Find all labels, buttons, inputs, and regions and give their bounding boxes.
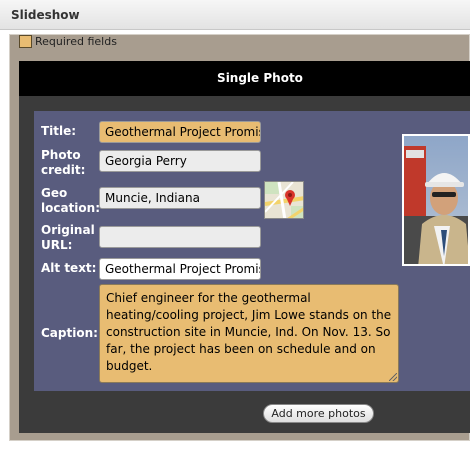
original-url-input[interactable] (99, 226, 261, 248)
resize-grip-icon[interactable] (389, 373, 397, 381)
geo-location-label-line1: Geo (41, 186, 68, 200)
geo-location-input[interactable]: Muncie, Indiana (99, 187, 261, 209)
required-swatch (19, 35, 32, 48)
photo-thumbnail (402, 134, 470, 266)
title-label: Title: (41, 124, 77, 138)
panel-title: Slideshow (11, 8, 80, 22)
alt-text-input[interactable]: Geothermal Project Promise (99, 258, 261, 280)
title-input[interactable]: Geothermal Project Promise (99, 121, 261, 143)
photo-credit-label-line1: Photo (41, 148, 81, 162)
photo-credit-input[interactable]: Georgia Perry (99, 150, 261, 172)
caption-textarea[interactable]: Chief engineer for the geothermal heatin… (99, 284, 399, 383)
geo-location-label-line2: location: (41, 201, 101, 215)
alt-text-label: Alt text: (41, 261, 97, 275)
caption-label: Caption: (41, 326, 98, 340)
section-title: Single Photo (217, 71, 303, 85)
original-url-label-line2: URL: (41, 238, 73, 252)
required-fields-label: Required fields (35, 35, 117, 48)
map-icon[interactable] (264, 181, 304, 219)
section-header: Single Photo (19, 61, 470, 96)
original-url-label-line1: Original (41, 223, 95, 237)
panel-header: Slideshow (0, 0, 470, 30)
add-more-photos-button[interactable]: Add more photos (263, 404, 374, 423)
photo-credit-label-line2: credit: (41, 163, 86, 177)
